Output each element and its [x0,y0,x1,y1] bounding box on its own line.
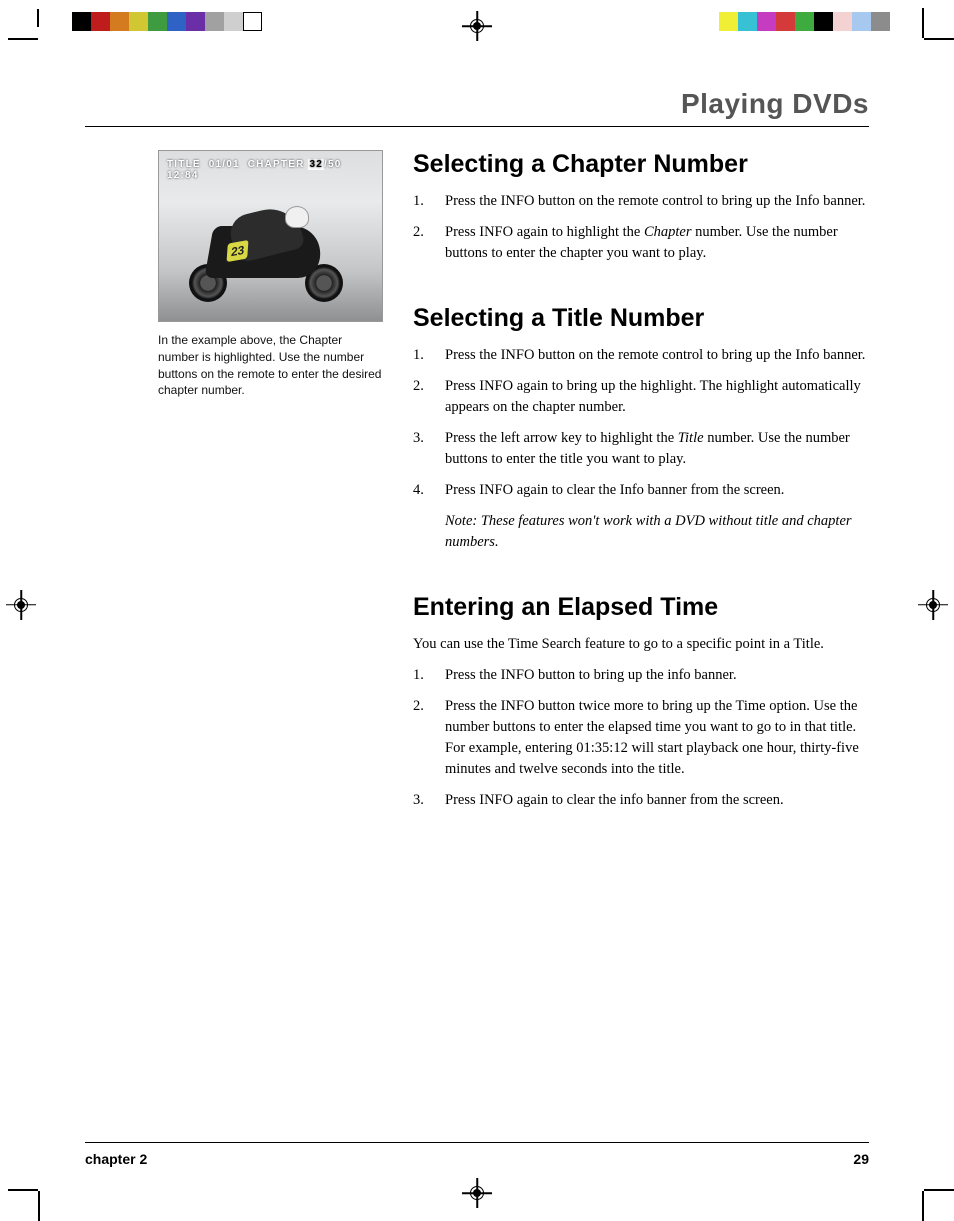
info-banner-overlay: TITLE 01/01 CHAPTER 32/50 12:84 [167,159,374,181]
color-swatch [148,12,167,31]
crop-mark-icon [8,20,56,48]
registration-mark-icon [922,594,944,616]
overlay-chapter-label: CHAPTER [248,159,305,170]
step-item: Press the INFO button on the remote cont… [413,345,869,366]
step-item: Press the INFO button on the remote cont… [413,191,869,212]
step-item: Press INFO again to bring up the highlig… [413,376,869,418]
color-swatch [205,12,224,31]
step-item: Press the left arrow key to highlight th… [413,428,869,470]
example-caption: In the example above, the Chapter number… [158,332,383,399]
heading-select-chapter: Selecting a Chapter Number [413,150,869,179]
step-item: Press the INFO button twice more to brin… [413,696,869,780]
overlay-time: 12:84 [167,170,199,181]
crop-mark-icon [8,1181,56,1209]
overlay-title-label: TITLE [167,159,201,170]
color-swatches-right [719,12,890,31]
registration-mark-icon [466,15,488,37]
motorcycle-graphic: 23 [189,206,349,306]
crop-mark-icon [906,20,954,48]
overlay-chapter-highlight: 32 [308,159,324,170]
color-swatch [833,12,852,31]
steps-select-chapter: Press the INFO button on the remote cont… [413,191,869,264]
page-footer: chapter 2 29 [85,1142,869,1167]
color-swatch [795,12,814,31]
step-item: Press the INFO button to bring up the in… [413,665,869,686]
color-swatch [186,12,205,31]
footer-chapter: chapter 2 [85,1151,147,1167]
step-item: Press INFO again to highlight the Chapte… [413,222,869,264]
heading-select-title: Selecting a Title Number [413,304,869,333]
main-column: Selecting a Chapter Number Press the INF… [413,150,869,811]
step-item: Press INFO again to clear the info banne… [413,790,869,811]
color-swatch [243,12,262,31]
intro-elapsed-time: You can use the Time Search feature to g… [413,634,869,655]
example-screenshot: TITLE 01/01 CHAPTER 32/50 12:84 23 [158,150,383,322]
color-swatch [757,12,776,31]
color-swatch [91,12,110,31]
color-swatch [110,12,129,31]
registration-mark-icon [10,594,32,616]
color-swatch [719,12,738,31]
color-swatch [852,12,871,31]
side-column: TITLE 01/01 CHAPTER 32/50 12:84 23 In th… [158,150,383,399]
color-swatch [224,12,243,31]
print-marks-top [0,0,954,50]
color-swatch [776,12,795,31]
crop-mark-icon [906,1181,954,1209]
footer-page-number: 29 [853,1151,869,1167]
steps-select-title: Press the INFO button on the remote cont… [413,345,869,501]
page-header: Playing DVDs [85,88,869,127]
overlay-title-value: 01/01 [209,159,240,170]
color-swatch [814,12,833,31]
note-text: Note: These features won't work with a D… [413,511,869,553]
registration-mark-icon [466,1182,488,1204]
color-swatch [129,12,148,31]
color-swatches-left [72,12,262,31]
page-content: TITLE 01/01 CHAPTER 32/50 12:84 23 In th… [158,150,869,1109]
color-swatch [167,12,186,31]
color-swatch [871,12,890,31]
overlay-chapter-total: /50 [324,159,342,170]
steps-elapsed-time: Press the INFO button to bring up the in… [413,665,869,811]
step-item: Press INFO again to clear the Info banne… [413,480,869,501]
color-swatch [72,12,91,31]
color-swatch [738,12,757,31]
heading-elapsed-time: Entering an Elapsed Time [413,593,869,622]
section-title: Playing DVDs [85,88,869,120]
